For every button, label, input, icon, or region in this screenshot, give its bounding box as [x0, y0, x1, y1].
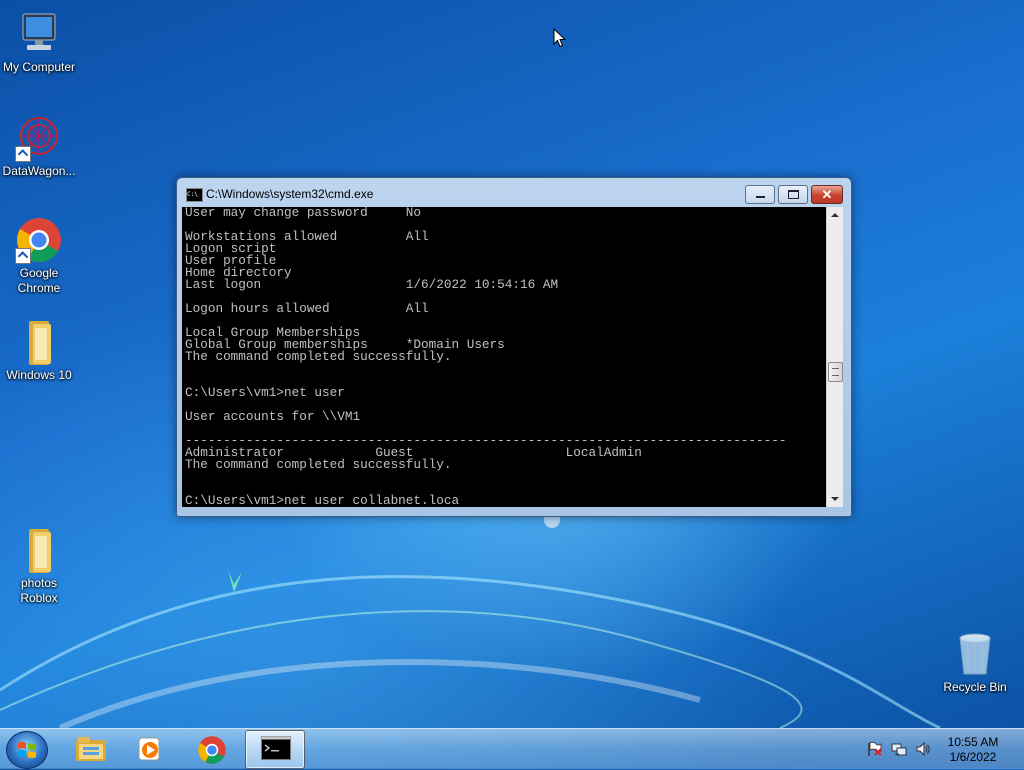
- shortcut-arrow-icon: [15, 248, 31, 264]
- media-player-icon: [136, 735, 164, 761]
- cmd-window[interactable]: C:\ C:\Windows\system32\cmd.exe ✕ User m…: [176, 177, 852, 517]
- computer-icon: [15, 10, 63, 58]
- folder-icon: [15, 526, 63, 574]
- desktop-icon-label: Recycle Bin: [943, 680, 1007, 694]
- desktop-icon-my-computer[interactable]: My Computer: [0, 10, 79, 75]
- desktop-icon-label: photos Roblox: [20, 576, 58, 605]
- close-icon: ✕: [821, 187, 833, 202]
- taskbar: 10:55 AM 1/6/2022: [0, 728, 1024, 769]
- desktop-icon-label: My Computer: [2, 60, 76, 74]
- clock-date: 1/6/2022: [949, 750, 997, 764]
- console-text: User may change password No Workstations…: [185, 207, 787, 507]
- taskbar-media-player[interactable]: [121, 730, 179, 767]
- mouse-cursor-icon: [553, 28, 567, 48]
- vertical-scrollbar[interactable]: [826, 207, 843, 507]
- maximize-icon: [779, 186, 807, 203]
- desktop-icon-recycle-bin[interactable]: Recycle Bin: [935, 630, 1015, 695]
- minimize-button[interactable]: [745, 185, 775, 204]
- cmd-icon: C:\: [186, 188, 203, 202]
- scrollbar-thumb[interactable]: [828, 362, 843, 382]
- recycle-bin-icon: [951, 630, 999, 678]
- windows-logo-icon: [18, 742, 36, 758]
- chrome-icon: [15, 216, 63, 264]
- folder-icon: [15, 318, 63, 366]
- maximize-button[interactable]: [778, 185, 808, 204]
- clock-time: 10:55 AM: [947, 735, 999, 749]
- taskbar-google-chrome[interactable]: [182, 730, 240, 767]
- window-title: C:\Windows\system32\cmd.exe: [206, 187, 374, 201]
- start-button[interactable]: [6, 731, 48, 769]
- volume-icon[interactable]: [915, 741, 931, 757]
- shortcut-arrow-icon: [15, 146, 31, 162]
- desktop-icon-windows-10-folder[interactable]: Windows 10: [0, 318, 79, 383]
- desktop-icon-label: DataWagon...: [2, 164, 76, 178]
- cmd-icon: [261, 736, 291, 762]
- scroll-down-arrow-icon[interactable]: [827, 491, 843, 507]
- close-button[interactable]: ✕: [811, 185, 843, 204]
- action-center-flag-icon[interactable]: [867, 741, 883, 757]
- desktop-icon-google-chrome[interactable]: Google Chrome: [0, 216, 79, 296]
- scroll-up-arrow-icon[interactable]: [827, 207, 843, 223]
- datawagon-icon: [15, 114, 63, 162]
- taskbar-command-prompt[interactable]: [245, 730, 305, 769]
- folder-icon: [75, 735, 106, 761]
- minimize-icon: [746, 186, 774, 203]
- title-bar[interactable]: C:\ C:\Windows\system32\cmd.exe ✕: [177, 178, 851, 208]
- network-icon[interactable]: [891, 741, 907, 757]
- taskbar-clock[interactable]: 10:55 AM 1/6/2022: [936, 735, 1010, 765]
- desktop-icon-label: Google Chrome: [17, 266, 61, 295]
- console-output[interactable]: User may change password No Workstations…: [182, 207, 826, 507]
- taskbar-windows-explorer[interactable]: [60, 730, 118, 767]
- desktop-icon-photos-roblox-folder[interactable]: photos Roblox: [0, 526, 79, 606]
- chrome-icon: [197, 735, 226, 764]
- desktop-icon-label: Windows 10: [6, 368, 72, 382]
- desktop-icon-datawagon[interactable]: DataWagon...: [0, 114, 79, 179]
